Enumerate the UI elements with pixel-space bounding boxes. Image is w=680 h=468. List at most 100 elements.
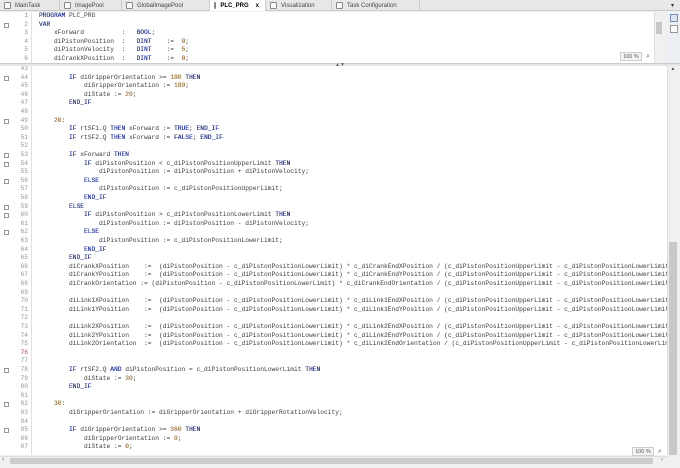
code-line[interactable]: 69	[0, 289, 667, 298]
code-line[interactable]: 48	[0, 108, 667, 117]
code-line[interactable]: 47 END_IF END_IF	[0, 99, 667, 108]
code-line[interactable]: 4 diPistonPosition : DINT := 0; diPiston…	[0, 38, 662, 47]
line-number: 1	[24, 12, 28, 19]
code-line[interactable]: 55 diPistonPosition := diPistonPosition …	[0, 168, 667, 177]
tab-imagepool[interactable]: ImagePool	[60, 0, 122, 11]
tab-plc-prg[interactable]: PLC_PRG x	[210, 0, 266, 11]
code-line[interactable]: 64 END_IF END_IF	[0, 246, 667, 255]
implementation-editor[interactable]: 43 −44 IF diGripperOrientation >= 180 THE…	[0, 66, 667, 455]
line-number: 51	[20, 133, 28, 141]
code-text: IF diGripperOrientation >= 360 THEN	[39, 426, 201, 434]
horizontal-scrollbar[interactable]: ‹ ›	[0, 456, 667, 465]
code-line[interactable]: 77	[0, 357, 667, 366]
code-line[interactable]: 63 diPistonPosition := c_diPistonPositio…	[0, 237, 667, 246]
code-text: END_IF	[39, 194, 107, 201]
code-text: END_IF	[39, 245, 107, 253]
code-line[interactable]: 3 xForward : BOOL; xForward : BOOL;	[0, 29, 662, 38]
scroll-right-icon[interactable]: ›	[661, 457, 663, 463]
scroll-up-icon[interactable]: ▲	[668, 66, 678, 72]
code-line[interactable]: 79 diState := 30; diState := 30;	[0, 375, 667, 384]
code-line[interactable]: 50 IF rtSF1.Q THEN xForward := TRUE; END…	[0, 125, 667, 134]
code-line[interactable]: 73 diLink2XPosition := (diPistonPosition…	[0, 323, 667, 332]
code-line[interactable]: 72	[0, 314, 667, 323]
code-line[interactable]: 67 diCrankYPosition := (diPistonPosition…	[0, 271, 667, 280]
code-line[interactable]: 76	[0, 349, 667, 358]
code-line[interactable]: 61 diPistonPosition := diPistonPosition …	[0, 220, 667, 229]
line-number: 82	[20, 400, 28, 408]
code-line[interactable]: 51 IF rtSF2.Q THEN xForward := FALSE; EN…	[0, 134, 667, 143]
code-text: IF diGripperOrientation >= 180 THEN	[39, 73, 201, 81]
code-line[interactable]: 1PROGRAM PLC_PRGPROGRAM PLC_PRG	[0, 12, 662, 21]
scroll-left-icon[interactable]: ‹	[2, 457, 4, 463]
code-line[interactable]: −60 IF diPistonPosition > c_diPistonPosi…	[0, 211, 667, 220]
code-text: IF diPistonPosition < c_diPistonPosition…	[39, 159, 291, 167]
code-text: diGripperOrientation := 180;	[39, 82, 190, 90]
code-text: diState := 30;	[39, 374, 137, 382]
declaration-editor[interactable]: 1PROGRAM PLC_PRGPROGRAM PLC_PRG−2VARVAR3…	[0, 12, 662, 63]
code-line[interactable]: 87 diState := 0; diState := 0;	[0, 443, 667, 452]
code-line[interactable]: −82 30: 30:	[0, 400, 667, 409]
zoom-magnifier-icon[interactable]: ⌕	[643, 52, 653, 61]
tab-globalimagepool[interactable]: GlobalImagePool	[122, 0, 210, 11]
code-line[interactable]: −59 ELSE ELSE	[0, 203, 667, 212]
tab-task-configuration[interactable]: Task Configuration	[332, 0, 420, 11]
code-text: diGripperOrientation := diGripperOrienta…	[39, 409, 343, 416]
code-text: diCrankXPosition := (diPistonPosition - …	[39, 262, 667, 270]
implementation-vertical-scrollbar[interactable]: ▲	[667, 66, 678, 455]
code-text: IF rtSF2.Q AND diPistonPosition = c_diPi…	[39, 366, 321, 373]
declaration-vertical-scrollbar[interactable]	[654, 12, 663, 63]
code-line[interactable]: 81	[0, 392, 667, 401]
tab-label: Visualization	[281, 2, 315, 9]
code-text: IF rtSF1.Q THEN xForward := TRUE; END_IF	[39, 125, 220, 133]
scrollbar-thumb[interactable]	[669, 242, 677, 455]
code-line[interactable]: 65 END_IF END_IF	[0, 254, 667, 263]
code-line[interactable]: 83 diGripperOrientation := diGripperOrie…	[0, 409, 667, 418]
code-line[interactable]: −49 20: 20:	[0, 117, 667, 126]
tab-maintask[interactable]: MainTask	[0, 0, 60, 11]
code-text: VAR	[39, 20, 51, 28]
code-line[interactable]: −2 VAR VAR	[0, 21, 662, 30]
code-text: ELSE	[39, 176, 100, 184]
text-view-icon[interactable]	[670, 14, 678, 22]
line-number: 72	[20, 314, 28, 322]
code-line[interactable]: −56 ELSE ELSE	[0, 177, 667, 186]
code-line[interactable]: 43	[0, 66, 667, 74]
code-line[interactable]: 5 diPistonVelocity : DINT := 5; diPiston…	[0, 46, 662, 55]
code-line[interactable]: 68 diCrankOrientation := (diPistonPositi…	[0, 280, 667, 289]
scrollbar-thumb[interactable]	[10, 458, 653, 464]
code-line[interactable]: 74 diLink2YPosition := (diPistonPosition…	[0, 332, 667, 341]
code-line[interactable]: 80 END_IF END_IF	[0, 383, 667, 392]
table-view-icon[interactable]	[670, 25, 678, 33]
code-line[interactable]: 86 diGripperOrientation := 0; diGripperO…	[0, 435, 667, 444]
code-text: diLink2XPosition := (diPistonPosition - …	[39, 323, 667, 330]
line-number: 85	[20, 426, 28, 434]
code-line[interactable]: 58 END_IF END_IF	[0, 194, 667, 203]
code-line[interactable]: −85 IF diGripperOrientation >= 360 THEN …	[0, 426, 667, 435]
code-line[interactable]: 71 diLink1YPosition := (diPistonPosition…	[0, 306, 667, 315]
tab-list-dropdown-icon[interactable]: ▾	[671, 2, 674, 9]
zoom-magnifier-icon[interactable]: ⌕	[655, 447, 665, 456]
tab-label: PLC_PRG	[220, 2, 249, 9]
code-line[interactable]: 46 diState := 20; diState := 20;	[0, 91, 667, 100]
code-text: diCrankXPosition : DINT := 0;	[39, 55, 190, 62]
code-line[interactable]: 66 diCrankXPosition := (diPistonPosition…	[0, 263, 667, 272]
code-line[interactable]: 45 diGripperOrientation := 180; diGrippe…	[0, 82, 667, 91]
code-line[interactable]: −44 IF diGripperOrientation >= 180 THEN …	[0, 74, 667, 83]
code-line[interactable]: −53 IF xForward THEN IF xForward THEN	[0, 151, 667, 160]
tab-visualization[interactable]: Visualization	[266, 0, 332, 11]
code-line[interactable]: −54 IF diPistonPosition < c_diPistonPosi…	[0, 160, 667, 169]
code-line[interactable]: 70 diLink1XPosition := (diPistonPosition…	[0, 297, 667, 306]
code-line[interactable]: −78 IF rtSF2.Q AND diPistonPosition = c_…	[0, 366, 667, 375]
tab-label: MainTask	[15, 2, 41, 9]
line-number: 61	[20, 219, 28, 227]
code-line[interactable]: 84	[0, 418, 667, 427]
code-line[interactable]: 6 diCrankXPosition : DINT := 0; diCrankX…	[0, 55, 662, 63]
code-line[interactable]: 75 diLink2Orientation := (diPistonPositi…	[0, 340, 667, 349]
code-line[interactable]: 57 diPistonPosition := c_diPistonPositio…	[0, 185, 667, 194]
scrollbar-thumb[interactable]	[656, 22, 662, 34]
implementation-zoom-level[interactable]: 100 %	[632, 447, 654, 456]
close-tab-icon[interactable]: x	[256, 3, 259, 9]
declaration-zoom-level[interactable]: 100 %	[620, 52, 642, 61]
code-line[interactable]: −62 ELSE ELSE	[0, 228, 667, 237]
code-line[interactable]: 52	[0, 142, 667, 151]
